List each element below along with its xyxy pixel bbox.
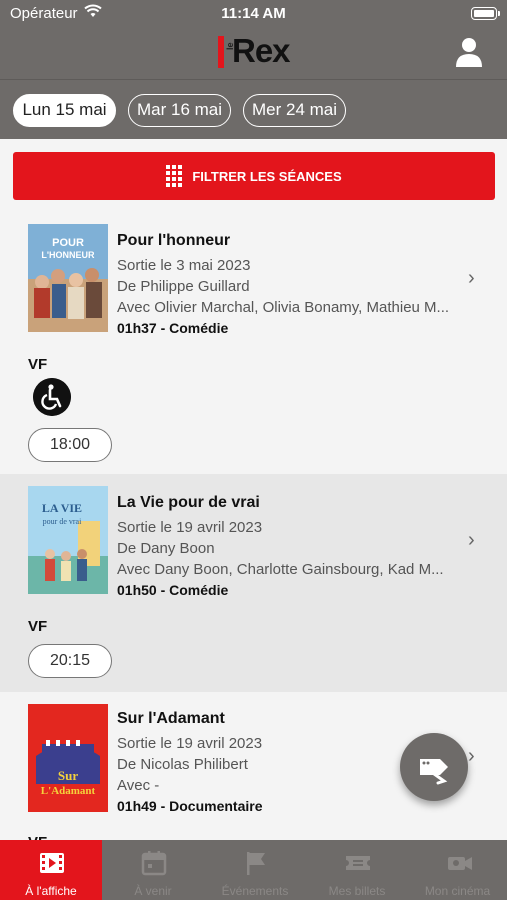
date-selector: Lun 15 mai Mar 16 mai Mer 24 mai — [0, 79, 507, 139]
grid-icon — [166, 165, 183, 187]
filter-sessions-button[interactable]: FILTRER LES SÉANCES — [13, 152, 495, 200]
movie-cast: Avec Olivier Marchal, Olivia Bonamy, Mat… — [117, 299, 450, 316]
logo-text: Rex — [232, 32, 291, 69]
status-bar: Opérateur 11:14 AM — [0, 0, 507, 28]
logo-bar — [218, 36, 224, 68]
chevron-right-icon[interactable]: › — [468, 529, 475, 552]
movie-cast: Avec Dany Boon, Charlotte Gainsbourg, Ka… — [117, 561, 444, 578]
version-label: VF — [28, 618, 48, 635]
chevron-right-icon[interactable]: › — [468, 745, 475, 768]
svg-text:Sur: Sur — [58, 768, 78, 783]
movie-release: Sortie le 19 avril 2023 — [117, 519, 263, 536]
bottom-tab-bar: À l'affiche À venir Événements Mes bille… — [0, 840, 507, 900]
svg-text:POUR: POUR — [52, 237, 84, 249]
showtime-button[interactable]: 18:00 — [28, 428, 112, 462]
movie-director: De Philippe Guillard — [117, 278, 250, 295]
date-tab-1[interactable]: Mar 16 mai — [128, 94, 231, 127]
svg-text:pour de vrai: pour de vrai — [43, 517, 82, 526]
movie-duration: 01h37 - Comédie — [117, 320, 229, 336]
wheelchair-icon — [33, 378, 71, 416]
movie-title[interactable]: La Vie pour de vrai — [117, 494, 260, 512]
user-icon[interactable] — [456, 37, 482, 67]
ticket-scan-button[interactable] — [400, 733, 468, 801]
app-header: Opérateur 11:14 AM le Rex — [0, 0, 507, 79]
movie-duration: 01h49 - Documentaire — [117, 798, 263, 814]
svg-text:LA VIE: LA VIE — [42, 501, 82, 515]
calendar-icon — [141, 851, 167, 876]
tab-label: À venir — [134, 884, 172, 898]
filter-label: FILTRER LES SÉANCES — [192, 168, 342, 184]
movie-director: De Dany Boon — [117, 540, 215, 557]
svg-text:L'HONNEUR: L'HONNEUR — [41, 250, 95, 260]
movie-duration: 01h50 - Comédie — [117, 582, 229, 598]
date-tab-0[interactable]: Lun 15 mai — [13, 94, 116, 127]
movie-title[interactable]: Pour l'honneur — [117, 232, 230, 250]
tab-mon-cinema[interactable]: Mon cinéma — [408, 840, 507, 900]
tab-label: Mon cinéma — [424, 884, 491, 898]
movie-title[interactable]: Sur l'Adamant — [117, 710, 225, 728]
tab-label: À l'affiche — [25, 884, 77, 898]
tab-mes-billets[interactable]: Mes billets — [306, 840, 408, 900]
tab-a-laffiche[interactable]: À l'affiche — [0, 840, 102, 900]
film-icon — [40, 853, 64, 873]
showtime-button[interactable]: 20:15 — [28, 644, 112, 678]
tab-label: Événements — [221, 884, 289, 898]
version-label: VF — [28, 356, 48, 373]
movie-item[interactable]: LA VIE pour de vrai La Vie pour de vrai … — [0, 474, 507, 692]
camera-icon — [448, 857, 472, 870]
movie-poster[interactable]: POUR L'HONNEUR — [28, 224, 108, 332]
movie-poster[interactable]: Sur L'Adamant — [28, 704, 108, 812]
movie-release: Sortie le 3 mai 2023 — [117, 257, 251, 274]
tab-label: Mes billets — [328, 884, 386, 898]
ticket-scan-icon — [420, 759, 448, 785]
ticket-icon — [346, 856, 370, 870]
flag-icon — [247, 852, 265, 875]
movie-poster[interactable]: LA VIE pour de vrai — [28, 486, 108, 594]
chevron-right-icon[interactable]: › — [468, 267, 475, 290]
date-tab-2[interactable]: Mer 24 mai — [243, 94, 346, 127]
movie-item[interactable]: POUR L'HONNEUR Pour l'honneur Sortie le … — [0, 212, 507, 474]
status-time: 11:14 AM — [221, 5, 286, 22]
svg-text:L'Adamant: L'Adamant — [41, 785, 96, 797]
battery-icon — [471, 7, 500, 20]
tab-evenements[interactable]: Événements — [204, 840, 306, 900]
tab-a-venir[interactable]: À venir — [102, 840, 204, 900]
